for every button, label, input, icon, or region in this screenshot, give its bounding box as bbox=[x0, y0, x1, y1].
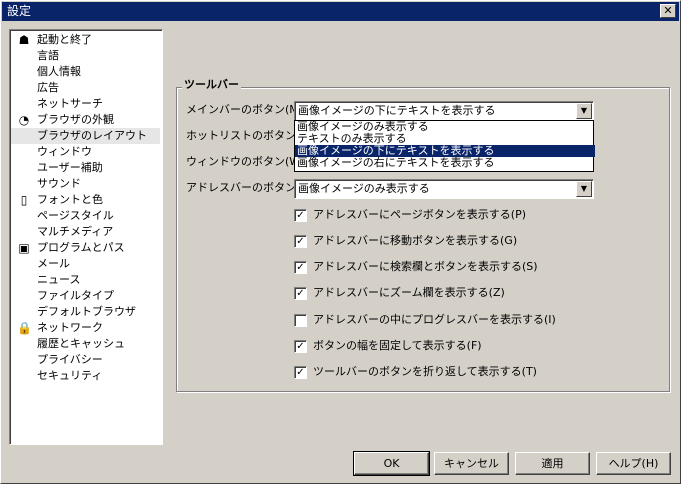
nav-item[interactable]: 言語 bbox=[11, 48, 160, 64]
nav-item-label: ファイルタイプ bbox=[37, 289, 114, 302]
title-bar: 設定 ✕ bbox=[2, 2, 679, 21]
nav-item[interactable]: ☗ 起動と終了 bbox=[11, 32, 160, 48]
nav-item[interactable]: ページスタイル bbox=[11, 208, 160, 224]
nav-item-label: ブラウザのレイアウト bbox=[37, 129, 147, 142]
appearance-icon: ◔ bbox=[18, 113, 30, 127]
nav-item-label: フォントと色 bbox=[37, 193, 103, 206]
nav-item[interactable]: ブラウザのレイアウト bbox=[11, 128, 160, 144]
floppy-icon: ▣ bbox=[18, 241, 30, 255]
nav-item-label: ユーザー補助 bbox=[37, 161, 103, 174]
option-checkbox[interactable]: ✓ bbox=[294, 340, 307, 353]
help-button[interactable]: ヘルプ(H) bbox=[596, 452, 671, 475]
nav-item[interactable]: ウィンドウ bbox=[11, 144, 160, 160]
nav-item[interactable]: ▯ フォントと色 bbox=[11, 192, 160, 208]
option-checkbox[interactable]: ✓ bbox=[294, 209, 307, 222]
option-checkbox-label[interactable]: アドレスバーの中にプログレスバーを表示する(I) bbox=[313, 313, 556, 327]
nav-item-label: 広告 bbox=[37, 81, 59, 94]
option-checkbox[interactable]: ✓ bbox=[294, 366, 307, 379]
chevron-down-icon[interactable]: ▼ bbox=[576, 181, 592, 197]
nav-item-label: ニュース bbox=[37, 273, 81, 286]
nav-item-label: プライバシー bbox=[37, 353, 103, 366]
nav-item[interactable]: デフォルトブラウザ bbox=[11, 304, 160, 320]
nav-item[interactable]: サウンド bbox=[11, 176, 160, 192]
nav-item-label: 起動と終了 bbox=[37, 33, 92, 46]
nav-item-label: 履歴とキャッシュ bbox=[37, 337, 125, 350]
nav-item[interactable]: ネットサーチ bbox=[11, 96, 160, 112]
nav-item[interactable]: ニュース bbox=[11, 272, 160, 288]
main-bar-dropdown-list[interactable]: 画像イメージのみ表示する テキストのみ表示する 画像イメージの下にテキストを表示する… bbox=[294, 120, 595, 172]
nav-item[interactable]: ファイルタイプ bbox=[11, 288, 160, 304]
close-icon[interactable]: ✕ bbox=[660, 4, 676, 18]
option-checkbox[interactable]: ✓ bbox=[294, 235, 307, 248]
nav-item-label: ウィンドウ bbox=[37, 145, 92, 158]
option-checkbox-label[interactable]: アドレスバーに移動ボタンを表示する(G) bbox=[313, 234, 517, 248]
nav-item[interactable]: 個人情報 bbox=[11, 64, 160, 80]
chevron-down-icon[interactable]: ▼ bbox=[576, 103, 592, 119]
nav-item-label: 個人情報 bbox=[37, 65, 81, 78]
startup-icon: ☗ bbox=[18, 33, 30, 47]
nav-item[interactable]: 広告 bbox=[11, 80, 160, 96]
nav-item-label: マルチメディア bbox=[37, 225, 114, 238]
nav-item-label: 言語 bbox=[37, 49, 59, 62]
nav-item-label: プログラムとパス bbox=[37, 241, 125, 254]
ok-button[interactable]: OK bbox=[353, 451, 430, 476]
option-checkbox-label[interactable]: ボタンの幅を固定して表示する(F) bbox=[313, 339, 482, 353]
address-bar-buttons-select[interactable]: 画像イメージのみ表示する ▼ bbox=[294, 179, 594, 199]
document-icon: ▯ bbox=[20, 193, 28, 207]
settings-category-list[interactable]: ☗ 起動と終了言語個人情報広告ネットサーチ ◔ ブラウザの外観ブラウザのレイアウト ウィ… bbox=[9, 29, 163, 445]
nav-item[interactable]: ◔ ブラウザの外観 bbox=[11, 112, 160, 128]
nav-item[interactable]: メール bbox=[11, 256, 160, 272]
cancel-button[interactable]: キャンセル bbox=[434, 452, 509, 475]
nav-item-label: セキュリティ bbox=[37, 369, 103, 382]
main-bar-buttons-label: メインバーのボタン(M) bbox=[186, 103, 304, 116]
nav-item[interactable]: ▣ プログラムとパス bbox=[11, 240, 160, 256]
toolbar-group-title: ツールバー bbox=[182, 78, 241, 92]
address-bar-buttons-value: 画像イメージのみ表示する bbox=[298, 182, 430, 195]
nav-item-label: メール bbox=[37, 257, 70, 270]
window-buttons-label: ウィンドウのボタン(W) bbox=[186, 155, 305, 168]
nav-item[interactable]: マルチメディア bbox=[11, 224, 160, 240]
nav-item-label: ページスタイル bbox=[37, 209, 114, 222]
option-checkbox-label[interactable]: アドレスバーにページボタンを表示する(P) bbox=[313, 208, 526, 222]
nav-item[interactable]: プライバシー bbox=[11, 352, 160, 368]
nav-item-label: サウンド bbox=[37, 177, 81, 190]
nav-item[interactable]: セキュリティ bbox=[11, 368, 160, 384]
main-bar-buttons-value: 画像イメージの下にテキストを表示する bbox=[298, 104, 496, 117]
nav-item[interactable]: 🔒 ネットワーク bbox=[11, 320, 160, 336]
nav-item-label: デフォルトブラウザ bbox=[37, 305, 136, 318]
lock-icon: 🔒 bbox=[17, 321, 32, 335]
option-checkbox-label[interactable]: ツールバーのボタンを折り返して表示する(T) bbox=[313, 365, 537, 379]
option-checkbox-label[interactable]: アドレスバーに検索欄とボタンを表示する(S) bbox=[313, 260, 538, 274]
nav-item-label: ネットワーク bbox=[37, 321, 103, 334]
nav-item-label: ネットサーチ bbox=[37, 97, 103, 110]
main-bar-buttons-select[interactable]: 画像イメージの下にテキストを表示する ▼ bbox=[294, 101, 594, 121]
option-checkbox[interactable]: ✓ bbox=[294, 287, 307, 300]
option-checkbox[interactable]: ✓ bbox=[294, 261, 307, 274]
option-checkbox-label[interactable]: アドレスバーにズーム欄を表示する(Z) bbox=[313, 286, 505, 300]
nav-item[interactable]: ユーザー補助 bbox=[11, 160, 160, 176]
nav-item-label: ブラウザの外観 bbox=[37, 113, 114, 126]
dialog-title: 設定 bbox=[7, 4, 32, 18]
nav-item[interactable]: 履歴とキャッシュ bbox=[11, 336, 160, 352]
dropdown-option[interactable]: 画像イメージの右にテキストを表示する bbox=[295, 157, 595, 169]
option-checkbox[interactable] bbox=[294, 314, 307, 327]
apply-button[interactable]: 適用 bbox=[515, 452, 590, 475]
